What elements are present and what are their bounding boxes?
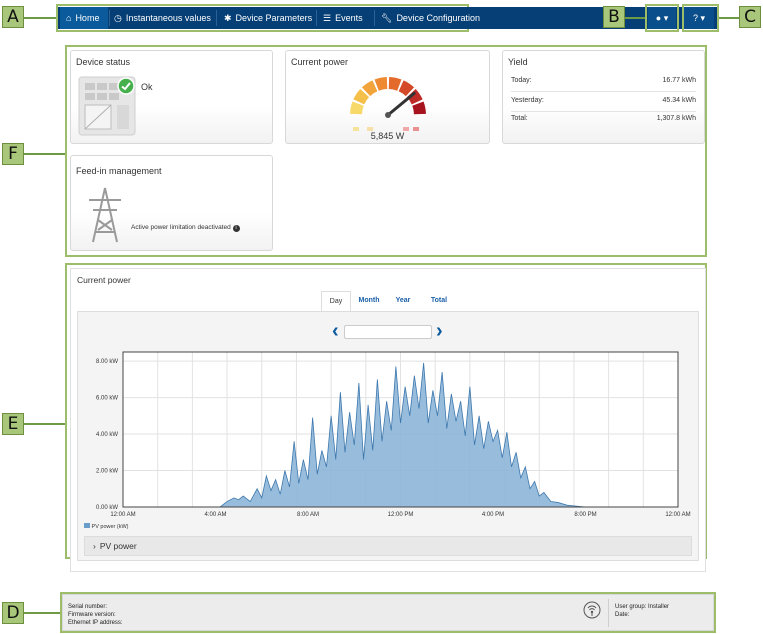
device-status-value: Ok bbox=[141, 82, 153, 92]
current-power-value: 5,845 W bbox=[370, 131, 405, 141]
tab-total[interactable]: Total bbox=[425, 291, 453, 310]
callout-c: C bbox=[739, 6, 761, 28]
home-icon: ⌂ bbox=[66, 13, 72, 23]
yield-card: Yield Today: 16.77 kWh Yesterday: 45.34 … bbox=[502, 50, 705, 144]
power-pylon-icon bbox=[89, 187, 121, 243]
legend-swatch bbox=[84, 523, 90, 528]
nav-configuration-label: Device Configuration bbox=[396, 13, 480, 23]
nav-home[interactable]: ⌂ Home bbox=[60, 7, 108, 29]
date-label: Date: bbox=[615, 612, 630, 618]
gear-icon: ✱ bbox=[224, 13, 232, 23]
user-group-label: User group: Installer bbox=[615, 604, 670, 610]
y-tick-label: 6.00 kW bbox=[96, 396, 118, 402]
wireless-signal-icon bbox=[583, 601, 601, 619]
y-tick-label: 2.00 kW bbox=[96, 469, 118, 475]
y-tick-label: 8.00 kW bbox=[96, 359, 118, 365]
yield-value: 1,307.8 kWh bbox=[656, 115, 696, 122]
callout-b-frame bbox=[645, 4, 679, 32]
wrench-icon: 🔧︎ bbox=[381, 13, 393, 23]
feedin-text-label: Active power limitation deactivated bbox=[131, 224, 231, 231]
current-power-card: Current power 5,845 W bbox=[285, 50, 490, 144]
nav-events[interactable]: ☰ Events bbox=[323, 7, 373, 29]
current-power-title: Current power bbox=[291, 57, 349, 67]
pv-power-accordion[interactable]: › PV power bbox=[84, 536, 692, 556]
feedin-card: Feed-in management Active power limitati… bbox=[70, 155, 273, 251]
x-tick-label: 12:00 PM bbox=[388, 512, 414, 518]
power-gauge bbox=[350, 77, 426, 131]
footer-divider bbox=[608, 599, 609, 627]
x-tick-label: 8:00 PM bbox=[574, 512, 596, 518]
tab-year[interactable]: Year bbox=[391, 291, 415, 310]
gauge-segment bbox=[388, 77, 402, 91]
x-tick-label: 12:00 AM bbox=[110, 512, 135, 518]
yield-value: 45.34 kWh bbox=[662, 97, 696, 104]
pv-power-accordion-label: PV power bbox=[99, 541, 137, 551]
gauge-segment bbox=[374, 77, 388, 91]
nav-divider bbox=[316, 10, 317, 26]
x-tick-label: 12:00 AM bbox=[665, 512, 690, 518]
chart-legend: PV power (kW) bbox=[84, 523, 129, 530]
gauge-needle bbox=[386, 91, 416, 117]
yield-title: Yield bbox=[508, 57, 528, 67]
gauge-icon: ◷ bbox=[114, 13, 122, 23]
callout-f-line bbox=[24, 153, 65, 155]
nav-instantaneous-values[interactable]: ◷ Instantaneous values bbox=[114, 7, 214, 29]
ok-check-icon bbox=[117, 77, 135, 95]
callout-e: E bbox=[2, 413, 24, 435]
nav-device-configuration[interactable]: 🔧︎ Device Configuration bbox=[381, 7, 480, 29]
nav-divider bbox=[216, 10, 217, 26]
status-footer: Serial number: Firmware version: Etherne… bbox=[62, 594, 714, 631]
list-icon: ☰ bbox=[323, 13, 332, 23]
pv-power-chart: 8.00 kW6.00 kW4.00 kW2.00 kW0.00 kW12:00… bbox=[96, 351, 691, 518]
callout-b: B bbox=[603, 6, 625, 28]
tab-month[interactable]: Month bbox=[355, 291, 383, 310]
gauge-segment bbox=[350, 101, 364, 115]
y-tick-label: 0.00 kW bbox=[96, 505, 118, 511]
callout-b-line bbox=[625, 17, 645, 19]
chart-section-title: Current power bbox=[77, 275, 131, 285]
device-status-card: Device status Ok bbox=[70, 50, 273, 144]
nav-home-label: Home bbox=[75, 13, 100, 23]
gauge-segment bbox=[412, 101, 426, 115]
firmware-version-label: Firmware version: bbox=[68, 612, 116, 618]
yield-value: 16.77 kWh bbox=[662, 77, 696, 84]
nav-device-parameters[interactable]: ✱ Device Parameters bbox=[224, 7, 314, 29]
nav-parameters-label: Device Parameters bbox=[235, 13, 313, 23]
y-tick-label: 4.00 kW bbox=[96, 432, 118, 438]
chart-tabs: Day Month Year Total bbox=[321, 291, 461, 311]
yield-label: Today: bbox=[511, 77, 532, 84]
callout-f: F bbox=[2, 143, 24, 165]
nav-divider bbox=[109, 10, 110, 26]
callout-a: A bbox=[2, 6, 24, 28]
ethernet-ip-label: Ethernet IP address: bbox=[68, 620, 123, 626]
yield-row-today: Today: 16.77 kWh bbox=[511, 71, 696, 92]
feedin-text: Active power limitation deactivated i bbox=[131, 224, 240, 232]
device-status-title: Device status bbox=[76, 57, 131, 67]
feedin-title: Feed-in management bbox=[76, 166, 162, 176]
x-tick-label: 4:00 AM bbox=[204, 512, 226, 518]
chart-section: Current power Day Month Year Total ‹ › 8… bbox=[70, 268, 706, 572]
chevron-right-icon: › bbox=[93, 541, 96, 551]
callout-e-line bbox=[24, 423, 65, 425]
chart-panel: ‹ › 8.00 kW 6.00 kW 4.00 kW 2.00 kW 0.00 kW 1… bbox=[77, 311, 699, 561]
legend-label: PV power (kW) bbox=[91, 524, 129, 530]
x-tick-label: 8:00 AM bbox=[297, 512, 319, 518]
info-icon[interactable]: i bbox=[232, 225, 240, 232]
callout-d: D bbox=[2, 602, 24, 624]
callout-d-line bbox=[24, 612, 60, 614]
nav-instantaneous-label: Instantaneous values bbox=[125, 13, 211, 23]
callout-c-frame bbox=[682, 4, 719, 32]
serial-number-label: Serial number: bbox=[68, 604, 108, 610]
callout-a-line bbox=[24, 17, 58, 19]
tab-day[interactable]: Day bbox=[321, 291, 351, 311]
yield-label: Total: bbox=[511, 115, 528, 122]
nav-divider bbox=[374, 10, 375, 26]
nav-events-label: Events bbox=[335, 13, 363, 23]
callout-c-line bbox=[719, 17, 739, 19]
yield-label: Yesterday: bbox=[511, 97, 544, 104]
yield-row-total: Total: 1,307.8 kWh bbox=[511, 109, 696, 129]
x-tick-label: 4:00 PM bbox=[482, 512, 504, 518]
